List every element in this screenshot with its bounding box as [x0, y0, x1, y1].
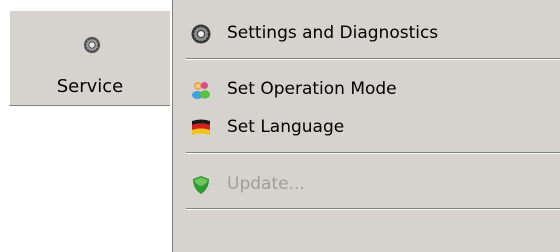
menu-item-update[interactable]: Update...	[186, 171, 560, 199]
service-tab-label: Service	[56, 76, 124, 97]
menu-item-label: Update...	[227, 174, 305, 194]
menu-item-settings-diagnostics[interactable]: Settings and Diagnostics	[186, 20, 560, 48]
menu-separator	[186, 152, 560, 154]
menu-item-set-operation-mode[interactable]: Set Operation Mode	[186, 76, 560, 104]
menu-separator	[186, 208, 560, 210]
menu-item-set-language[interactable]: Set Language	[186, 114, 560, 142]
users-icon	[192, 82, 210, 99]
menu-separator	[186, 58, 560, 60]
service-tab[interactable]: Service	[9, 10, 170, 106]
menu-item-label: Set Language	[227, 117, 345, 137]
shield-icon	[193, 176, 209, 194]
menu-item-label: Settings and Diagnostics	[227, 23, 439, 43]
flag-icon	[192, 119, 210, 135]
gear-icon	[191, 24, 211, 44]
service-menu: Settings and Diagnostics Set Operation M…	[170, 0, 560, 252]
menu-item-label: Set Operation Mode	[227, 79, 397, 99]
gear-icon	[83, 36, 101, 54]
